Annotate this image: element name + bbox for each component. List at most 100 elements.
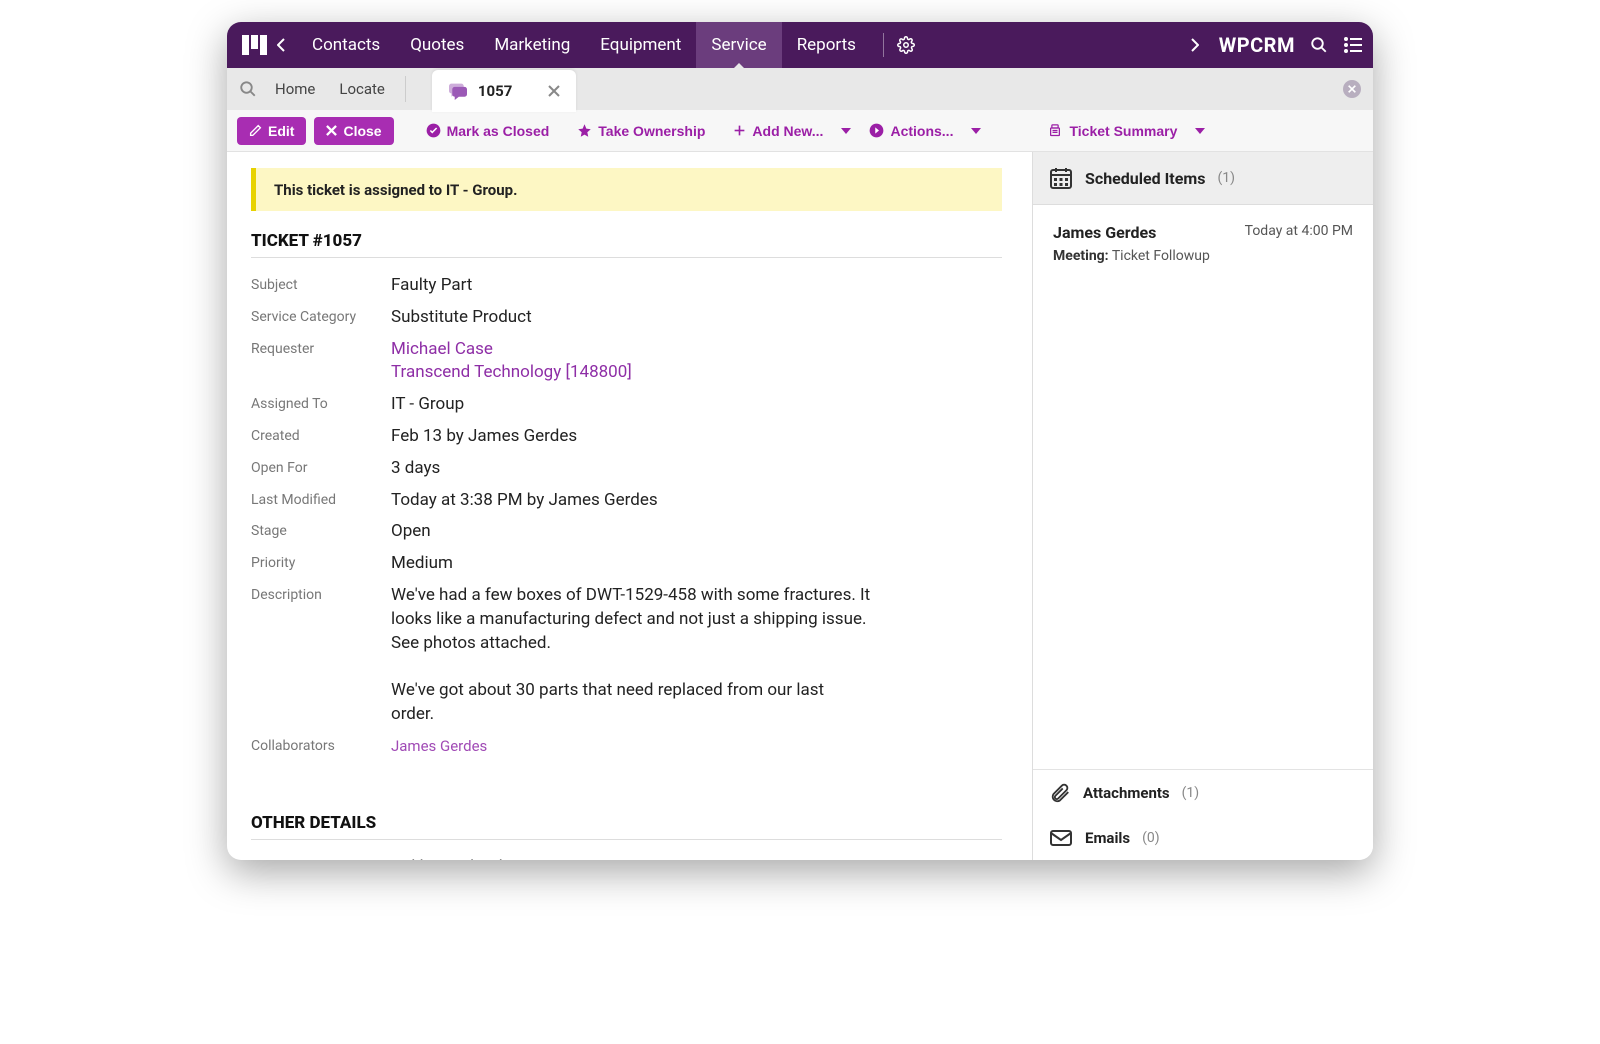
scheduled-items-header[interactable]: Scheduled Items (1) xyxy=(1033,152,1373,205)
tab-divider xyxy=(405,76,406,102)
button-label: Edit xyxy=(268,123,294,139)
close-all-tabs-icon[interactable] xyxy=(1343,80,1361,98)
other-details-section: OTHER DETAILS Vendor Calibri Technology … xyxy=(251,813,1002,860)
app-logo[interactable] xyxy=(241,31,269,59)
nav-contacts[interactable]: Contacts xyxy=(297,22,395,68)
item-count: (1) xyxy=(1217,170,1235,186)
sublink-home[interactable]: Home xyxy=(275,80,315,98)
search-icon[interactable] xyxy=(1309,35,1329,55)
assignment-notice: This ticket is assigned to IT - Group. xyxy=(251,168,1002,211)
field-value: Today at 3:38 PM by James Gerdes xyxy=(391,489,1002,513)
scheduled-items-body: James Gerdes Today at 4:00 PM Meeting: T… xyxy=(1033,205,1373,769)
nav-marketing[interactable]: Marketing xyxy=(479,22,585,68)
nav-equipment[interactable]: Equipment xyxy=(585,22,696,68)
edit-button[interactable]: Edit xyxy=(237,117,306,145)
button-label: Actions... xyxy=(890,123,953,139)
nav-back-icon[interactable] xyxy=(277,38,285,52)
field-value: Open xyxy=(391,520,1002,544)
side-footer: Attachments (1) Emails (0) xyxy=(1033,769,1373,860)
scheduled-item[interactable]: James Gerdes Today at 4:00 PM Meeting: T… xyxy=(1053,223,1353,264)
side-pane: Scheduled Items (1) James Gerdes Today a… xyxy=(1033,152,1373,860)
description-paragraph: We've got about 30 parts that need repla… xyxy=(391,680,824,724)
field-label: Open For xyxy=(251,457,391,481)
calendar-icon xyxy=(1049,166,1073,190)
tabstrip-search-icon[interactable] xyxy=(239,80,257,98)
field-value: Faulty Part xyxy=(391,274,1002,298)
sublink-locate[interactable]: Locate xyxy=(339,80,385,98)
field-label: Last Modified xyxy=(251,489,391,513)
tab-label: 1057 xyxy=(478,82,512,100)
button-label: Add New... xyxy=(752,123,823,139)
field-label: Stage xyxy=(251,520,391,544)
add-new-caret-icon[interactable] xyxy=(841,128,851,134)
settings-icon[interactable] xyxy=(896,35,916,55)
field-value: Feb 13 by James Gerdes xyxy=(391,425,1002,449)
ticket-summary-button[interactable]: Ticket Summary xyxy=(1037,117,1187,145)
item-count: (0) xyxy=(1142,830,1160,846)
actions-caret-icon[interactable] xyxy=(971,128,981,134)
topbar: Contacts Quotes Marketing Equipment Serv… xyxy=(227,22,1373,68)
section-title: Scheduled Items xyxy=(1085,169,1205,188)
description-paragraph: We've had a few boxes of DWT-1529-458 wi… xyxy=(391,585,870,653)
field-service-category: Service Category Substitute Product xyxy=(251,302,1002,334)
field-created: Created Feb 13 by James Gerdes xyxy=(251,421,1002,453)
actions-button[interactable]: Actions... xyxy=(859,117,963,145)
field-requester: Requester Michael Case Transcend Technol… xyxy=(251,334,1002,390)
field-label: Requester xyxy=(251,338,391,386)
nav-quotes[interactable]: Quotes xyxy=(395,22,479,68)
open-tab[interactable]: 1057 xyxy=(432,70,576,112)
requester-company-link[interactable]: Transcend Technology [148800] xyxy=(391,362,632,382)
content-area: This ticket is assigned to IT - Group. T… xyxy=(227,152,1373,860)
field-subject: Subject Faulty Part xyxy=(251,270,1002,302)
field-value: IT - Group xyxy=(391,393,1002,417)
section-title: Emails xyxy=(1085,829,1130,847)
nav-divider xyxy=(883,33,884,57)
scheduled-person: James Gerdes xyxy=(1053,223,1156,242)
field-value: Calibri Technology LTD. xyxy=(391,856,1002,860)
nav-reports[interactable]: Reports xyxy=(782,22,871,68)
field-vendor: Vendor Calibri Technology LTD. xyxy=(251,852,1002,860)
envelope-icon xyxy=(1049,828,1073,848)
other-details-heading: OTHER DETAILS xyxy=(251,813,1002,840)
field-label: Priority xyxy=(251,552,391,576)
chat-icon xyxy=(448,82,468,100)
app-window: Contacts Quotes Marketing Equipment Serv… xyxy=(227,22,1373,860)
action-bar: Edit Close Mark as Closed Take Ownership… xyxy=(227,110,1373,152)
field-label: Created xyxy=(251,425,391,449)
nav-service[interactable]: Service xyxy=(696,22,781,68)
item-count: (1) xyxy=(1182,785,1200,801)
field-value: Substitute Product xyxy=(391,306,1002,330)
mark-closed-button[interactable]: Mark as Closed xyxy=(416,117,560,145)
field-collaborators: Collaborators James Gerdes xyxy=(251,731,1002,763)
field-value: We've had a few boxes of DWT-1529-458 wi… xyxy=(391,584,871,727)
tabstrip: Home Locate 1057 xyxy=(227,68,1373,110)
notice-text: This ticket is assigned to IT - Group. xyxy=(274,181,517,199)
field-label: Subject xyxy=(251,274,391,298)
field-label: Collaborators xyxy=(251,735,391,759)
field-stage: Stage Open xyxy=(251,516,1002,548)
field-label: Service Category xyxy=(251,306,391,330)
field-open-for: Open For 3 days xyxy=(251,453,1002,485)
button-label: Take Ownership xyxy=(598,123,705,139)
attachments-row[interactable]: Attachments (1) xyxy=(1033,770,1373,816)
summary-caret-icon[interactable] xyxy=(1195,128,1205,134)
button-label: Ticket Summary xyxy=(1069,123,1177,139)
field-label: Assigned To xyxy=(251,393,391,417)
close-button[interactable]: Close xyxy=(314,117,393,145)
scheduled-time: Today at 4:00 PM xyxy=(1245,223,1353,242)
main-nav: Contacts Quotes Marketing Equipment Serv… xyxy=(297,22,871,68)
requester-person-link[interactable]: Michael Case xyxy=(391,339,493,359)
ticket-heading: TICKET #1057 xyxy=(251,231,1002,258)
field-description: Description We've had a few boxes of DWT… xyxy=(251,580,1002,731)
list-icon[interactable] xyxy=(1343,35,1363,55)
add-new-button[interactable]: Add New... xyxy=(723,117,833,145)
expand-right-icon[interactable] xyxy=(1185,35,1205,55)
field-last-modified: Last Modified Today at 3:38 PM by James … xyxy=(251,485,1002,517)
meeting-label: Meeting: xyxy=(1053,248,1109,264)
emails-row[interactable]: Emails (0) xyxy=(1033,816,1373,860)
collaborator-link[interactable]: James Gerdes xyxy=(391,737,487,755)
tab-close-icon[interactable] xyxy=(548,85,560,97)
button-label: Close xyxy=(343,123,381,139)
field-label: Vendor xyxy=(251,856,391,860)
take-ownership-button[interactable]: Take Ownership xyxy=(567,117,715,145)
